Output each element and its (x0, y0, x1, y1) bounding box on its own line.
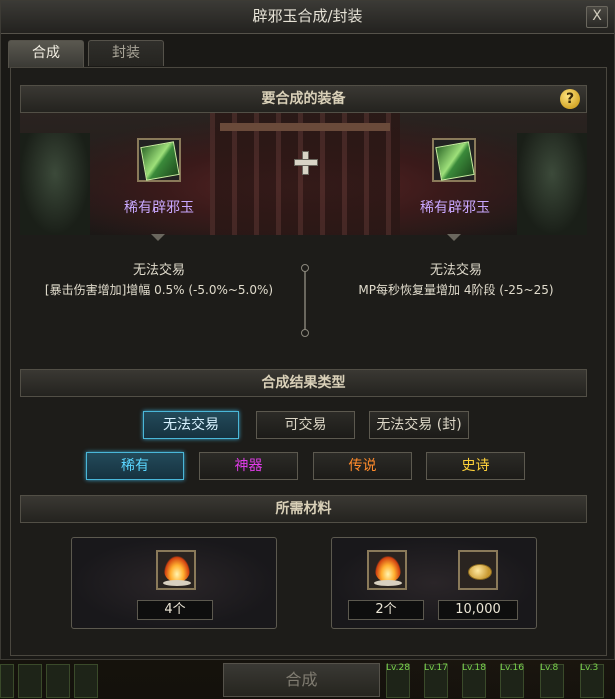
material-slot-2[interactable] (367, 550, 407, 590)
plus-icon (294, 151, 318, 175)
right-caret-icon (447, 234, 461, 241)
hotbar-level: Lv.3 (580, 663, 599, 673)
material-count-2: 2个 (348, 600, 424, 620)
rarity-option-epic[interactable]: 史诗 (426, 452, 525, 480)
right-trade-status: 无法交易 (429, 263, 482, 278)
result-section-header: 合成结果类型 (20, 369, 587, 397)
left-item-slot[interactable] (137, 138, 181, 182)
rarity-option-artifact[interactable]: 神器 (199, 452, 298, 480)
hotbar-slot[interactable] (74, 664, 98, 698)
fire-icon (375, 556, 401, 582)
material-slot-1[interactable] (156, 550, 196, 590)
window-title: 辟邪玉合成/封装 (1, 1, 614, 34)
synthesis-window: 辟邪玉合成/封装 X 合成 封装 要合成的装备 ? 稀有辟邪玉 稀有辟邪玉 无法… (0, 0, 615, 660)
equip-section-title: 要合成的装备 (261, 91, 346, 107)
jade-icon (435, 141, 475, 181)
hotbar-level: Lv.17 (424, 663, 448, 673)
result-section-title: 合成结果类型 (261, 375, 346, 391)
divider-dot-bottom (301, 329, 309, 337)
hotbar-slot[interactable] (0, 664, 14, 698)
rarity-option-legend[interactable]: 传说 (313, 452, 412, 480)
materials-section-header: 所需材料 (20, 495, 587, 523)
close-button[interactable]: X (586, 6, 608, 28)
hotbar-level: Lv.18 (462, 663, 486, 673)
right-item-slot[interactable] (432, 138, 476, 182)
gold-slot[interactable] (458, 550, 498, 590)
equip-section-header: 要合成的装备 ? (20, 85, 587, 113)
hotbar-slot[interactable] (18, 664, 42, 698)
material-box-2: 2个 10,000 (331, 537, 537, 629)
gold-amount: 10,000 (438, 600, 518, 620)
coin-icon (468, 564, 492, 580)
rarity-option-rare[interactable]: 稀有 (86, 452, 184, 480)
close-icon: X (592, 8, 602, 24)
left-trade-status: 无法交易 (132, 263, 185, 278)
trade-option-untradable[interactable]: 无法交易 (143, 411, 239, 439)
right-item-name: 稀有辟邪玉 (420, 200, 490, 216)
material-box-1: 4个 (71, 537, 277, 629)
fire-base (163, 580, 191, 586)
help-icon[interactable]: ? (560, 89, 580, 109)
trade-option-tradable[interactable]: 可交易 (256, 411, 355, 439)
statue-right (517, 133, 587, 235)
fire-icon (164, 556, 190, 582)
right-item-stat: MP每秒恢复量增加 4阶段 (-25~25) (358, 283, 554, 297)
combine-button[interactable]: 合成 (223, 663, 380, 697)
hotbar-level: Lv.16 (500, 663, 524, 673)
hotbar-level: Lv.28 (386, 663, 410, 673)
hotbar-slot[interactable] (46, 664, 70, 698)
left-item-stat: [暴击伤害增加]增幅 0.5% (-5.0%~5.0%) (44, 283, 274, 297)
jade-icon (140, 141, 180, 181)
material-count-1: 4个 (137, 600, 213, 620)
trade-option-sealed[interactable]: 无法交易 (封) (369, 411, 469, 439)
gate-arch (220, 123, 390, 131)
materials-section-title: 所需材料 (275, 501, 332, 517)
tab-seal[interactable]: 封装 (88, 40, 164, 66)
left-caret-icon (151, 234, 165, 241)
statue-left (20, 133, 90, 235)
left-item-name: 稀有辟邪玉 (124, 200, 194, 216)
fire-base (374, 580, 402, 586)
tab-combine[interactable]: 合成 (8, 40, 84, 68)
hotbar-level: Lv.8 (540, 663, 559, 673)
